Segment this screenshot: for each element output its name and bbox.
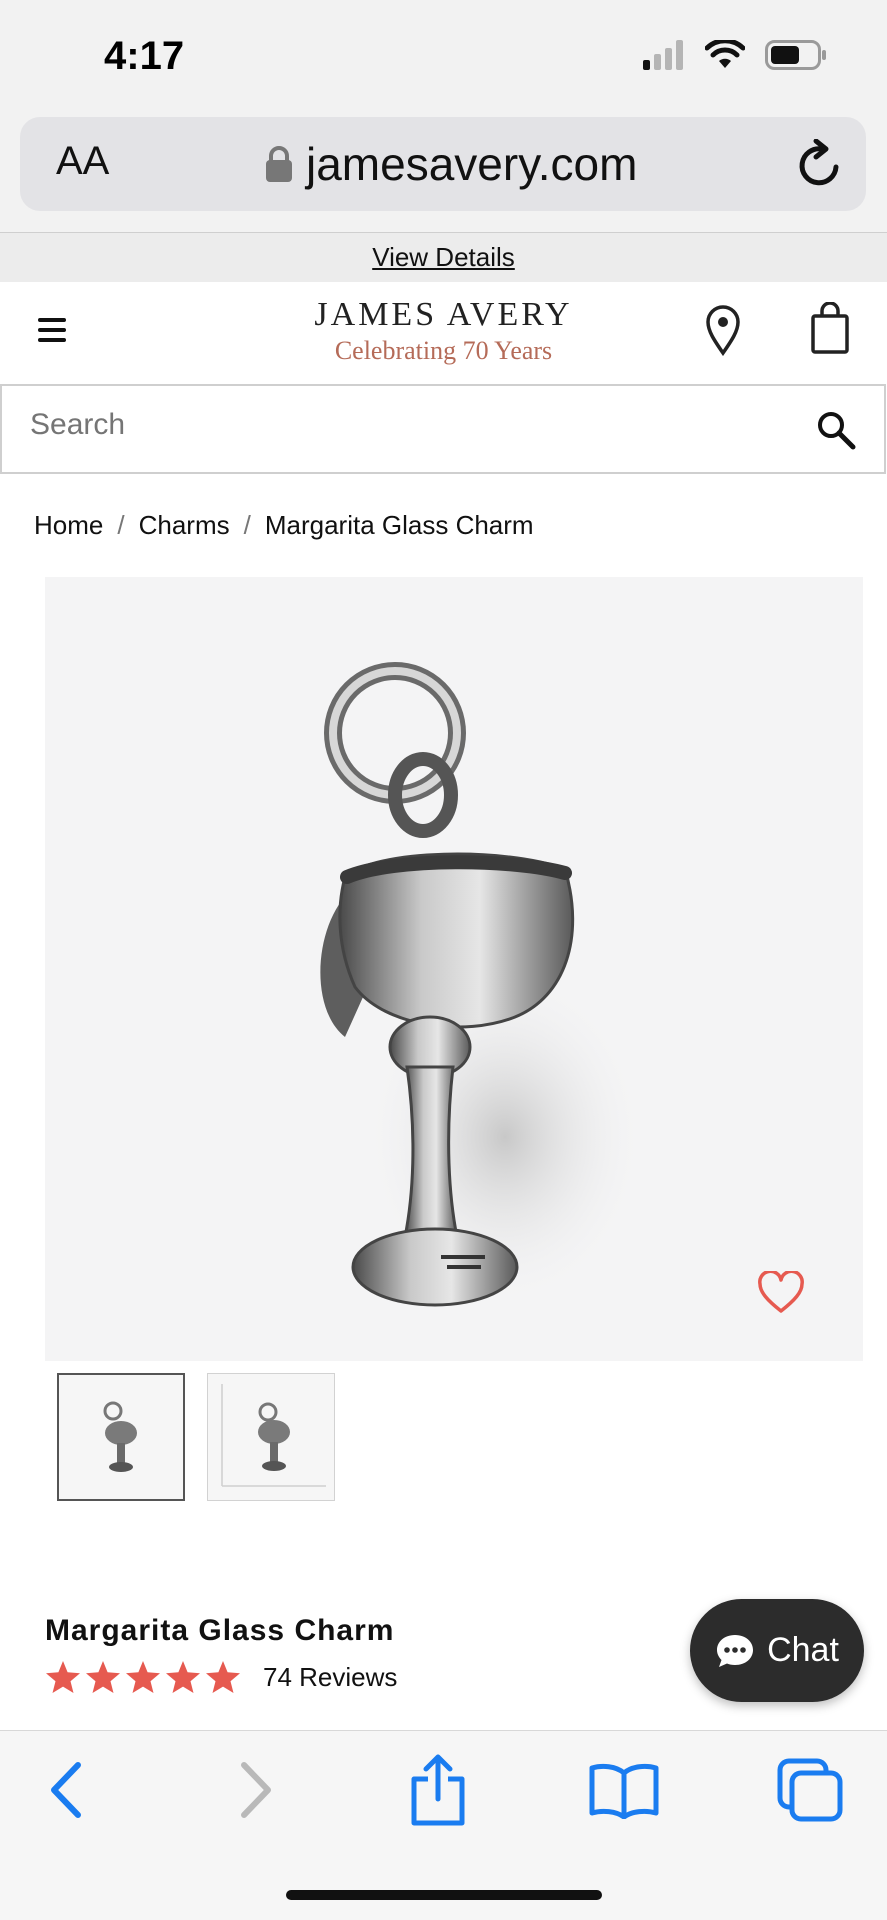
tabs-icon[interactable] bbox=[776, 1757, 844, 1823]
product-thumbnail-2[interactable] bbox=[207, 1373, 335, 1501]
share-icon[interactable] bbox=[408, 1753, 468, 1827]
bookmarks-icon[interactable] bbox=[588, 1761, 660, 1819]
view-details-link[interactable]: View Details bbox=[372, 242, 515, 273]
product-main-image[interactable] bbox=[45, 577, 863, 1361]
breadcrumb-home[interactable]: Home bbox=[34, 510, 103, 541]
promo-banner: View Details bbox=[0, 232, 887, 282]
back-icon[interactable] bbox=[46, 1761, 86, 1819]
chat-button[interactable]: Chat bbox=[690, 1599, 864, 1702]
product-thumbnail-1[interactable] bbox=[57, 1373, 185, 1501]
status-time: 4:17 bbox=[104, 34, 185, 78]
battery-icon bbox=[765, 40, 826, 70]
product-title: Margarita Glass Charm bbox=[45, 1614, 395, 1647]
search-icon[interactable] bbox=[816, 410, 856, 450]
brand-name: JAMES AVERY bbox=[314, 296, 573, 333]
star-icon bbox=[166, 1661, 200, 1693]
breadcrumb-separator: / bbox=[117, 510, 125, 540]
wishlist-heart-icon[interactable] bbox=[757, 1271, 805, 1315]
breadcrumb-charms[interactable]: Charms bbox=[139, 510, 230, 541]
reviews-link[interactable]: 74 Reviews bbox=[263, 1662, 397, 1693]
charm-size-thumbnail-image bbox=[221, 1384, 326, 1487]
address-bar[interactable]: AA jamesavery.com bbox=[20, 117, 866, 211]
status-bar: 4:17 bbox=[0, 0, 887, 115]
search-input[interactable] bbox=[30, 408, 730, 442]
reload-button[interactable] bbox=[796, 138, 844, 194]
shopping-bag-icon[interactable] bbox=[810, 302, 850, 354]
browser-top-bar: AA jamesavery.com bbox=[0, 115, 887, 233]
star-rating bbox=[45, 1660, 241, 1694]
star-icon bbox=[126, 1661, 160, 1693]
chat-label: Chat bbox=[767, 1631, 839, 1669]
lock-icon bbox=[266, 146, 292, 182]
search-box bbox=[0, 384, 886, 474]
text-size-label: AA bbox=[56, 139, 110, 183]
breadcrumb-separator: / bbox=[243, 510, 251, 540]
signal-icon bbox=[643, 40, 683, 70]
charm-illustration bbox=[320, 662, 645, 1307]
brand-tagline: Celebrating 70 Years bbox=[334, 336, 553, 365]
rating-row[interactable]: 74 Reviews bbox=[45, 1660, 397, 1694]
forward-icon[interactable] bbox=[236, 1761, 276, 1819]
store-locator-icon[interactable] bbox=[704, 304, 742, 356]
breadcrumb-current: Margarita Glass Charm bbox=[264, 510, 534, 540]
site-header: JAMES AVERY Celebrating 70 Years bbox=[0, 282, 887, 384]
breadcrumb: Home / Charms / Margarita Glass Charm bbox=[34, 510, 534, 541]
brand-logo[interactable]: JAMES AVERY Celebrating 70 Years bbox=[0, 296, 887, 366]
star-icon bbox=[46, 1661, 80, 1693]
chat-bubble-icon bbox=[717, 1634, 754, 1667]
star-icon bbox=[206, 1661, 240, 1693]
home-indicator bbox=[286, 1890, 602, 1900]
reload-icon bbox=[799, 138, 839, 186]
charm-thumbnail-image bbox=[103, 1401, 137, 1472]
url-text: jamesavery.com bbox=[306, 138, 638, 190]
wifi-icon bbox=[705, 40, 745, 68]
url-field[interactable]: jamesavery.com bbox=[266, 137, 637, 191]
status-icons bbox=[643, 40, 827, 70]
text-size-button[interactable]: AA bbox=[56, 139, 109, 184]
star-icon bbox=[86, 1661, 120, 1693]
